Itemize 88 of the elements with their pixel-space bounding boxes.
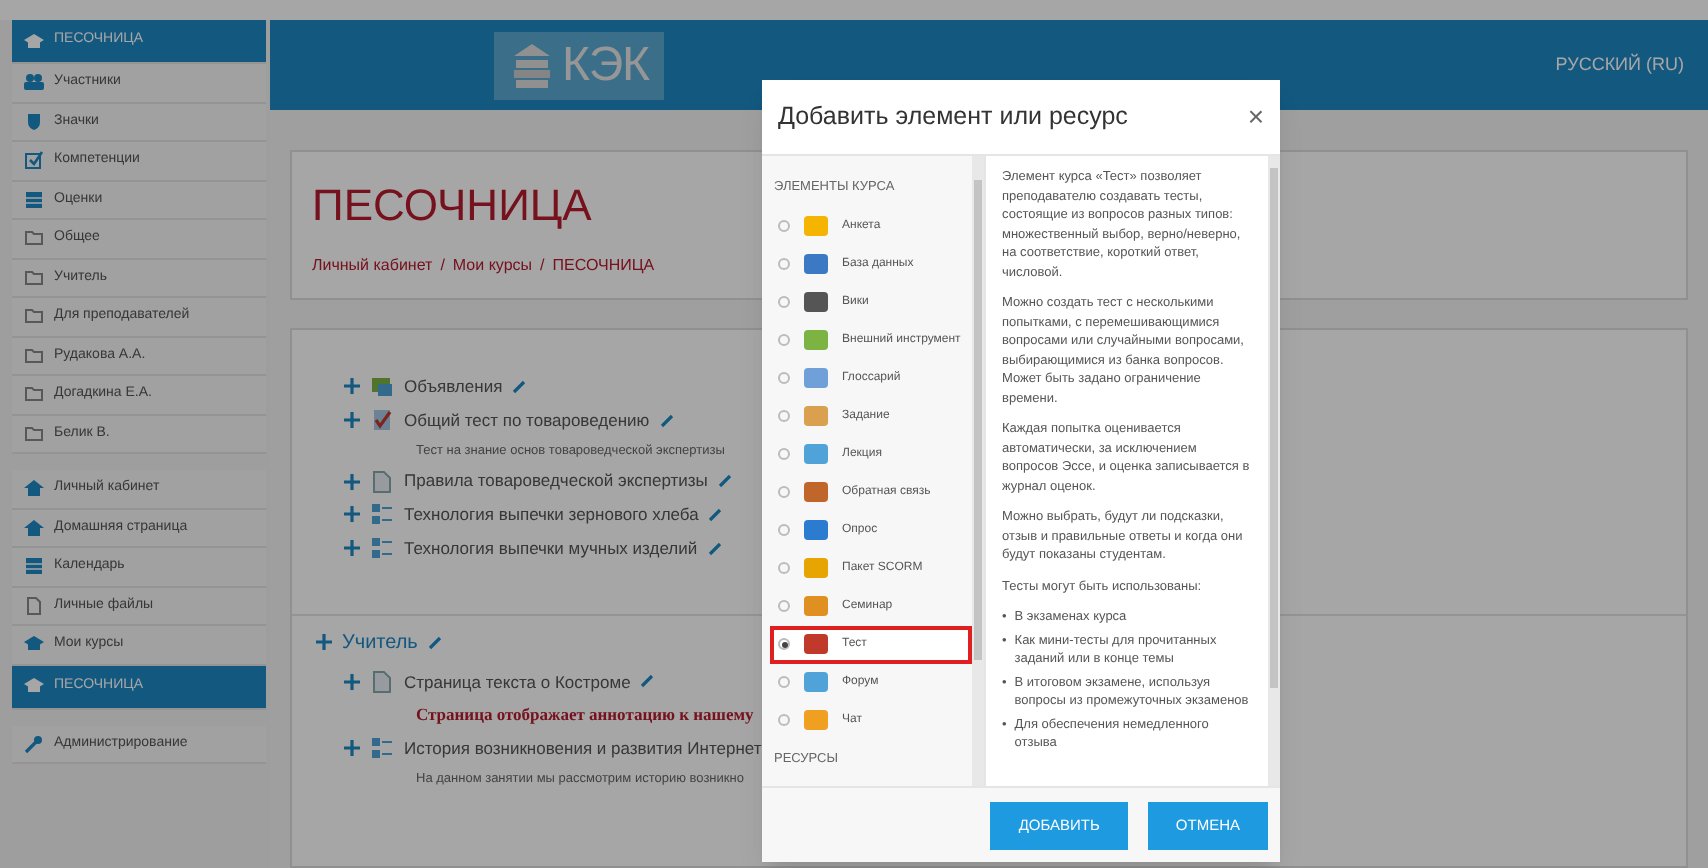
radio-button[interactable] bbox=[778, 334, 790, 347]
table-icon bbox=[24, 556, 44, 577]
folder-icon bbox=[24, 423, 44, 444]
shield-icon bbox=[24, 111, 44, 132]
activity-description: Страница отображает аннотацию к нашему bbox=[416, 702, 754, 728]
folder-icon bbox=[24, 306, 44, 327]
radio-button[interactable] bbox=[778, 676, 790, 689]
breadcrumb-link[interactable]: ПЕСОЧНИЦА bbox=[552, 254, 655, 278]
breadcrumb-link[interactable]: Личный кабинет bbox=[312, 254, 433, 278]
logo-text: КЭК bbox=[562, 35, 649, 95]
scrollbar-thumb[interactable] bbox=[1270, 168, 1278, 688]
pencil-icon bbox=[707, 541, 722, 556]
breadcrumb-separator: / bbox=[440, 254, 445, 278]
folder-icon bbox=[24, 228, 44, 249]
module-icon bbox=[802, 402, 830, 431]
folder-icon bbox=[24, 384, 44, 405]
scrollbar[interactable] bbox=[1268, 156, 1280, 786]
radio-button[interactable] bbox=[778, 296, 790, 309]
move-icon bbox=[344, 673, 360, 690]
table-icon bbox=[24, 189, 44, 210]
radio-button[interactable] bbox=[778, 486, 790, 499]
folder-icon bbox=[24, 267, 44, 288]
module-icon bbox=[802, 212, 830, 241]
pencil-icon bbox=[427, 635, 442, 649]
file-icon bbox=[24, 595, 44, 616]
home-icon bbox=[24, 478, 44, 499]
move-icon bbox=[344, 506, 360, 523]
pencil-icon bbox=[717, 474, 732, 489]
pencil-icon bbox=[512, 379, 527, 394]
move-icon bbox=[344, 412, 360, 429]
move-icon bbox=[344, 740, 360, 757]
move-icon bbox=[344, 540, 360, 557]
module-icon bbox=[802, 326, 830, 355]
lesson-icon bbox=[370, 736, 394, 761]
course-title: ПЕСОЧНИЦА bbox=[312, 178, 592, 234]
radio-button[interactable] bbox=[778, 714, 790, 727]
close-button[interactable]: × bbox=[1247, 96, 1264, 138]
move-icon bbox=[316, 634, 332, 650]
activity-link[interactable]: Технология выпечки мучных изделий bbox=[404, 535, 698, 561]
language-menu[interactable]: РУССКИЙ (RU) bbox=[1555, 51, 1684, 79]
pencil-icon bbox=[640, 674, 655, 689]
module-icon bbox=[802, 668, 830, 697]
module-icon bbox=[802, 288, 830, 317]
move-icon bbox=[344, 378, 360, 395]
activity-link[interactable]: Объявления bbox=[404, 374, 503, 400]
module-icon bbox=[802, 554, 830, 583]
radio-button[interactable] bbox=[778, 258, 790, 271]
radio-button[interactable] bbox=[778, 524, 790, 537]
activity-link[interactable]: Страница текста о Костроме bbox=[404, 669, 631, 695]
move-icon bbox=[344, 473, 360, 490]
scrollbar-thumb[interactable] bbox=[974, 180, 982, 660]
scrollbar[interactable] bbox=[972, 156, 984, 786]
pencil-icon bbox=[708, 507, 723, 522]
module-icon bbox=[802, 592, 830, 621]
module-icon bbox=[802, 364, 830, 393]
home-icon bbox=[24, 517, 44, 538]
breadcrumb-link[interactable]: Мои курсы bbox=[452, 254, 533, 278]
page-icon bbox=[370, 669, 394, 694]
activity-link[interactable]: Технология выпечки зернового хлеба bbox=[404, 502, 699, 528]
lesson-icon bbox=[370, 502, 394, 527]
checkbox-icon bbox=[24, 150, 44, 171]
module-icon bbox=[802, 630, 830, 659]
quiz-icon bbox=[370, 408, 394, 433]
module-icon bbox=[802, 250, 830, 279]
radio-button[interactable] bbox=[778, 600, 790, 613]
radio-button[interactable] bbox=[778, 562, 790, 575]
module-icon bbox=[802, 478, 830, 507]
users-icon bbox=[24, 72, 44, 93]
pencil-icon bbox=[659, 413, 674, 428]
activity-link[interactable]: Общий тест по товароведению bbox=[404, 407, 650, 433]
activity-link[interactable]: Правила товароведческой экспертизы bbox=[404, 468, 708, 494]
module-icon bbox=[802, 440, 830, 469]
section-title[interactable]: Учитель bbox=[342, 627, 418, 657]
radio-button[interactable] bbox=[778, 448, 790, 461]
radio-button[interactable] bbox=[778, 220, 790, 233]
module-icon bbox=[802, 516, 830, 545]
breadcrumb-separator: / bbox=[540, 254, 545, 278]
radio-button[interactable] bbox=[778, 372, 790, 385]
dialog-title: Добавить элемент или ресурс bbox=[778, 100, 1128, 135]
lesson-icon bbox=[370, 536, 394, 561]
radio-button[interactable] bbox=[778, 638, 790, 651]
books-icon bbox=[510, 39, 554, 91]
radio-button[interactable] bbox=[778, 410, 790, 423]
module-icon bbox=[802, 706, 830, 735]
page-icon bbox=[370, 469, 394, 494]
forum-icon bbox=[370, 374, 394, 399]
folder-icon bbox=[24, 345, 44, 366]
activity-link[interactable]: История возникновения и развития Интернет bbox=[404, 736, 762, 762]
